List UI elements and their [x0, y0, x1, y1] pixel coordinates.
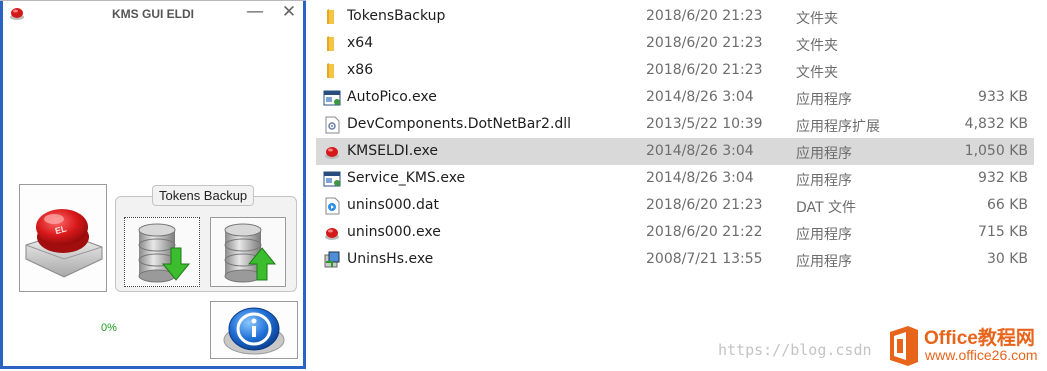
app-window-icon — [323, 89, 341, 107]
activate-button[interactable]: EL — [19, 184, 107, 292]
file-type: 文件夹 — [796, 11, 838, 27]
file-date: 2014/8/26 3:04 — [646, 143, 754, 159]
app-window-icon — [323, 170, 341, 188]
media-file-icon — [323, 197, 341, 215]
file-size: 933 KB — [978, 89, 1028, 105]
file-name: x86 — [347, 62, 374, 78]
file-type: 应用程序 — [796, 173, 852, 189]
file-date: 2013/5/22 10:39 — [646, 116, 763, 132]
file-row[interactable]: x86 2018/6/20 21:23 文件夹 — [316, 57, 1034, 84]
file-row[interactable]: unins000.exe 2018/6/20 21:22 应用程序 715 KB — [316, 219, 1034, 246]
folder-icon — [323, 62, 341, 80]
info-button[interactable] — [210, 301, 298, 359]
close-button[interactable]: ✕ — [279, 3, 299, 23]
file-name: Service_KMS.exe — [347, 170, 466, 186]
file-date: 2014/8/26 3:04 — [646, 89, 754, 105]
tokens-group-label: Tokens Backup — [152, 185, 255, 206]
file-date: 2014/8/26 3:04 — [646, 170, 754, 186]
kms-window: KMS GUI ELDI — ✕ EL Tokens Backup 0% — [0, 0, 306, 369]
file-size: 715 KB — [978, 224, 1028, 240]
window-border-left — [0, 1, 3, 368]
folder-icon — [323, 8, 341, 26]
file-size: 1,050 KB — [964, 143, 1028, 159]
dll-file-icon — [323, 116, 341, 134]
file-row[interactable]: TokensBackup 2018/6/20 21:23 文件夹 — [316, 3, 1034, 30]
database-arrow-up-icon — [224, 223, 277, 283]
file-size: 66 KB — [986, 197, 1028, 213]
progress-text: 0% — [101, 322, 117, 334]
file-row[interactable]: x64 2018/6/20 21:23 文件夹 — [316, 30, 1034, 57]
file-date: 2018/6/20 21:23 — [646, 35, 763, 51]
minimize-button[interactable]: — — [245, 3, 265, 23]
file-date: 2008/7/21 13:55 — [646, 251, 763, 267]
window-border-right — [303, 1, 306, 368]
file-type: 应用程序扩展 — [796, 119, 880, 135]
file-type: 应用程序 — [796, 254, 852, 270]
file-size: 30 KB — [986, 251, 1028, 267]
file-size: 932 KB — [978, 170, 1028, 186]
file-type: DAT 文件 — [796, 200, 857, 216]
file-date: 2018/6/20 21:23 — [646, 8, 763, 24]
tokens-backup-group: Tokens Backup — [115, 185, 297, 292]
file-type: 应用程序 — [796, 227, 852, 243]
red-button-exe-icon — [323, 224, 341, 242]
file-type: 文件夹 — [796, 65, 838, 81]
file-row[interactable]: UninsHs.exe 2008/7/21 13:55 应用程序 30 KB — [316, 246, 1034, 273]
file-size: 4,832 KB — [964, 116, 1028, 132]
file-row[interactable]: unins000.dat 2018/6/20 21:23 DAT 文件 66 KB — [316, 192, 1034, 219]
file-date: 2018/6/20 21:22 — [646, 224, 763, 240]
info-icon — [223, 307, 285, 355]
file-row[interactable]: KMSELDI.exe 2014/8/26 3:04 应用程序 1,050 KB — [316, 138, 1034, 165]
file-name: KMSELDI.exe — [347, 143, 438, 159]
office-logo: Office教程网 www.office26.com — [880, 321, 1047, 371]
red-button-exe-icon — [323, 143, 341, 161]
file-name: UninsHs.exe — [347, 251, 434, 267]
file-name: unins000.exe — [347, 224, 441, 240]
logo-url: www.office26.com — [925, 347, 1038, 363]
restore-tokens-button[interactable] — [210, 217, 286, 287]
office-logo-icon — [890, 326, 918, 366]
folder-icon — [323, 35, 341, 53]
watermark-url: https://blog.csdn — [718, 341, 872, 359]
file-row[interactable]: AutoPico.exe 2014/8/26 3:04 应用程序 933 KB — [316, 84, 1034, 111]
file-type: 应用程序 — [796, 146, 852, 162]
file-row[interactable]: Service_KMS.exe 2014/8/26 3:04 应用程序 932 KB — [316, 165, 1034, 192]
file-date: 2018/6/20 21:23 — [646, 62, 763, 78]
file-name: x64 — [347, 35, 374, 51]
database-arrow-down-icon — [138, 223, 191, 283]
file-row[interactable]: DevComponents.DotNetBar2.dll 2013/5/22 10… — [316, 111, 1034, 138]
file-type: 应用程序 — [796, 92, 852, 108]
installer-icon — [323, 251, 341, 269]
file-date: 2018/6/20 21:23 — [646, 197, 763, 213]
file-name: AutoPico.exe — [347, 89, 437, 105]
backup-tokens-button[interactable] — [124, 217, 200, 287]
logo-title: Office教程网 — [924, 328, 1035, 349]
kms-titlebar[interactable]: KMS GUI ELDI — ✕ — [1, 1, 305, 27]
red-activate-button-icon: EL — [25, 209, 103, 278]
file-name: unins000.dat — [347, 197, 439, 213]
file-type: 文件夹 — [796, 38, 838, 54]
file-name: DevComponents.DotNetBar2.dll — [347, 116, 572, 132]
file-name: TokensBackup — [347, 8, 446, 24]
